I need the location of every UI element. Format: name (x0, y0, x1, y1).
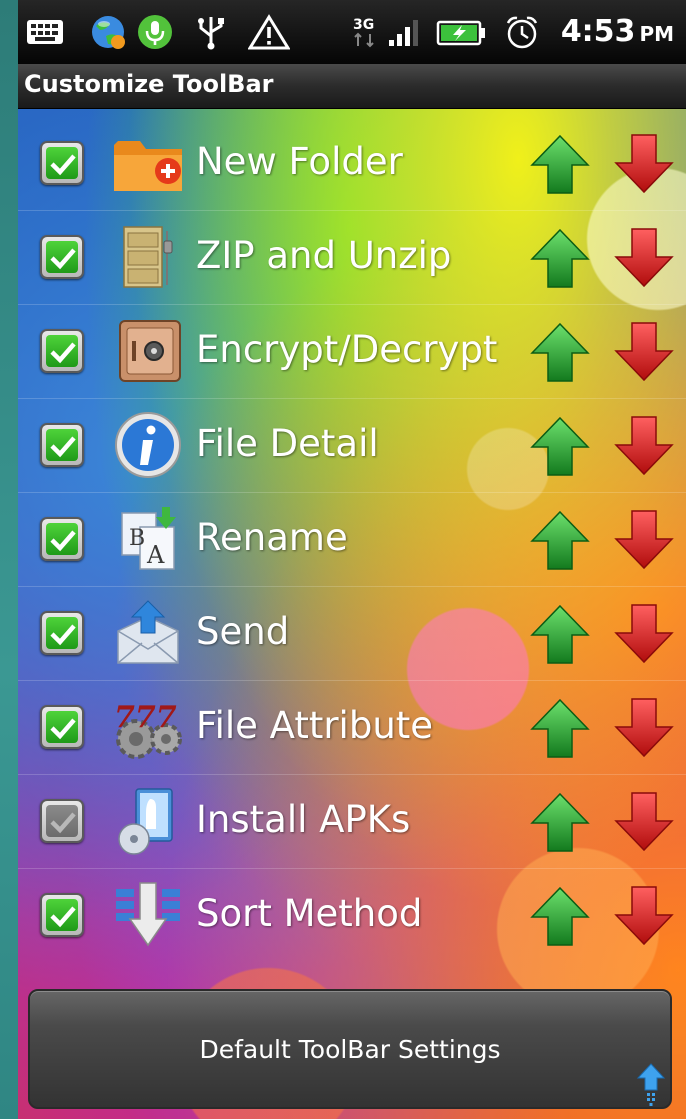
list-item: Sort Method (18, 869, 686, 962)
item-label: ZIP and Unzip (196, 234, 452, 277)
signal-icon (389, 20, 418, 46)
title-bar: Customize ToolBar (18, 64, 686, 109)
item-label: Sort Method (196, 892, 423, 935)
move-down-arrow-icon[interactable] (614, 791, 674, 853)
move-up-arrow-icon[interactable] (530, 415, 590, 477)
install-apk-icon (118, 788, 173, 855)
clock-ampm: PM (639, 22, 674, 46)
move-down-arrow-icon[interactable] (614, 697, 674, 759)
move-up-arrow-icon[interactable] (530, 227, 590, 289)
move-down-arrow-icon[interactable] (614, 321, 674, 383)
clock-time: 4:53 (560, 14, 636, 49)
list-item: Send (18, 587, 686, 681)
battery-charging-icon (436, 20, 485, 46)
attribute-gears-icon: 777 (114, 700, 182, 759)
outer-frame: 3G 4:53 PM Customize ToolBar New Folder … (0, 0, 686, 1119)
status-bar: 3G 4:53 PM (18, 0, 686, 64)
list-item: Encrypt/Decrypt (18, 305, 686, 399)
move-down-arrow-icon[interactable] (614, 133, 674, 195)
new-folder-icon (114, 141, 182, 191)
alarm-icon (506, 16, 538, 49)
move-up-arrow-icon[interactable] (530, 603, 590, 665)
item-label: New Folder (196, 140, 403, 183)
item-checkbox[interactable] (40, 517, 84, 561)
default-toolbar-settings-label: Default ToolBar Settings (199, 1035, 501, 1064)
page-title: Customize ToolBar (24, 70, 274, 98)
item-checkbox[interactable] (40, 705, 84, 749)
move-up-arrow-icon[interactable] (530, 133, 590, 195)
svg-text:777: 777 (114, 700, 177, 735)
move-down-arrow-icon[interactable] (614, 227, 674, 289)
item-checkbox[interactable] (40, 423, 84, 467)
keyboard-icon (27, 20, 63, 44)
item-label: File Attribute (196, 704, 434, 747)
scroll-up-arrow-icon[interactable] (636, 1062, 666, 1106)
move-up-arrow-icon[interactable] (530, 885, 590, 947)
move-up-arrow-icon[interactable] (530, 697, 590, 759)
list-item: ZIP and Unzip (18, 211, 686, 305)
move-up-arrow-icon[interactable] (530, 791, 590, 853)
move-up-arrow-icon[interactable] (530, 509, 590, 571)
rename-icon: B A (121, 507, 176, 570)
browser-globe-icon (92, 16, 125, 49)
svg-text:B: B (129, 526, 145, 551)
item-label: Rename (196, 516, 348, 559)
item-checkbox[interactable] (40, 799, 84, 843)
move-down-arrow-icon[interactable] (614, 885, 674, 947)
default-toolbar-settings-button[interactable]: Default ToolBar Settings (28, 989, 672, 1109)
item-label: Send (196, 610, 290, 653)
list-item: Install APKs (18, 775, 686, 869)
list-item: New Folder (18, 117, 686, 211)
move-down-arrow-icon[interactable] (614, 509, 674, 571)
move-down-arrow-icon[interactable] (614, 603, 674, 665)
item-checkbox[interactable] (40, 141, 84, 185)
list-item: 777 File Attribute (18, 681, 686, 775)
safe-icon (119, 320, 181, 382)
warning-icon (248, 14, 290, 50)
svg-text:3G: 3G (353, 17, 374, 33)
info-icon (115, 412, 181, 478)
send-mail-icon (117, 600, 179, 664)
microphone-icon (138, 15, 172, 49)
clock-text: 4:53 PM (561, 14, 674, 52)
item-label: File Detail (196, 422, 379, 465)
list-item: B A Rename (18, 493, 686, 587)
sort-icon (116, 882, 180, 947)
list-item: File Detail (18, 399, 686, 493)
item-checkbox[interactable] (40, 329, 84, 373)
network-3g-icon: 3G (353, 17, 374, 48)
item-checkbox[interactable] (40, 893, 84, 937)
svg-text:A: A (146, 541, 165, 569)
item-label: Encrypt/Decrypt (196, 328, 498, 371)
usb-icon (198, 17, 224, 50)
zip-cabinet-icon (123, 226, 173, 288)
item-checkbox[interactable] (40, 611, 84, 655)
phone-screen: 3G 4:53 PM Customize ToolBar New Folder … (18, 0, 686, 1119)
item-label: Install APKs (196, 798, 411, 841)
item-checkbox[interactable] (40, 235, 84, 279)
move-up-arrow-icon[interactable] (530, 321, 590, 383)
move-down-arrow-icon[interactable] (614, 415, 674, 477)
